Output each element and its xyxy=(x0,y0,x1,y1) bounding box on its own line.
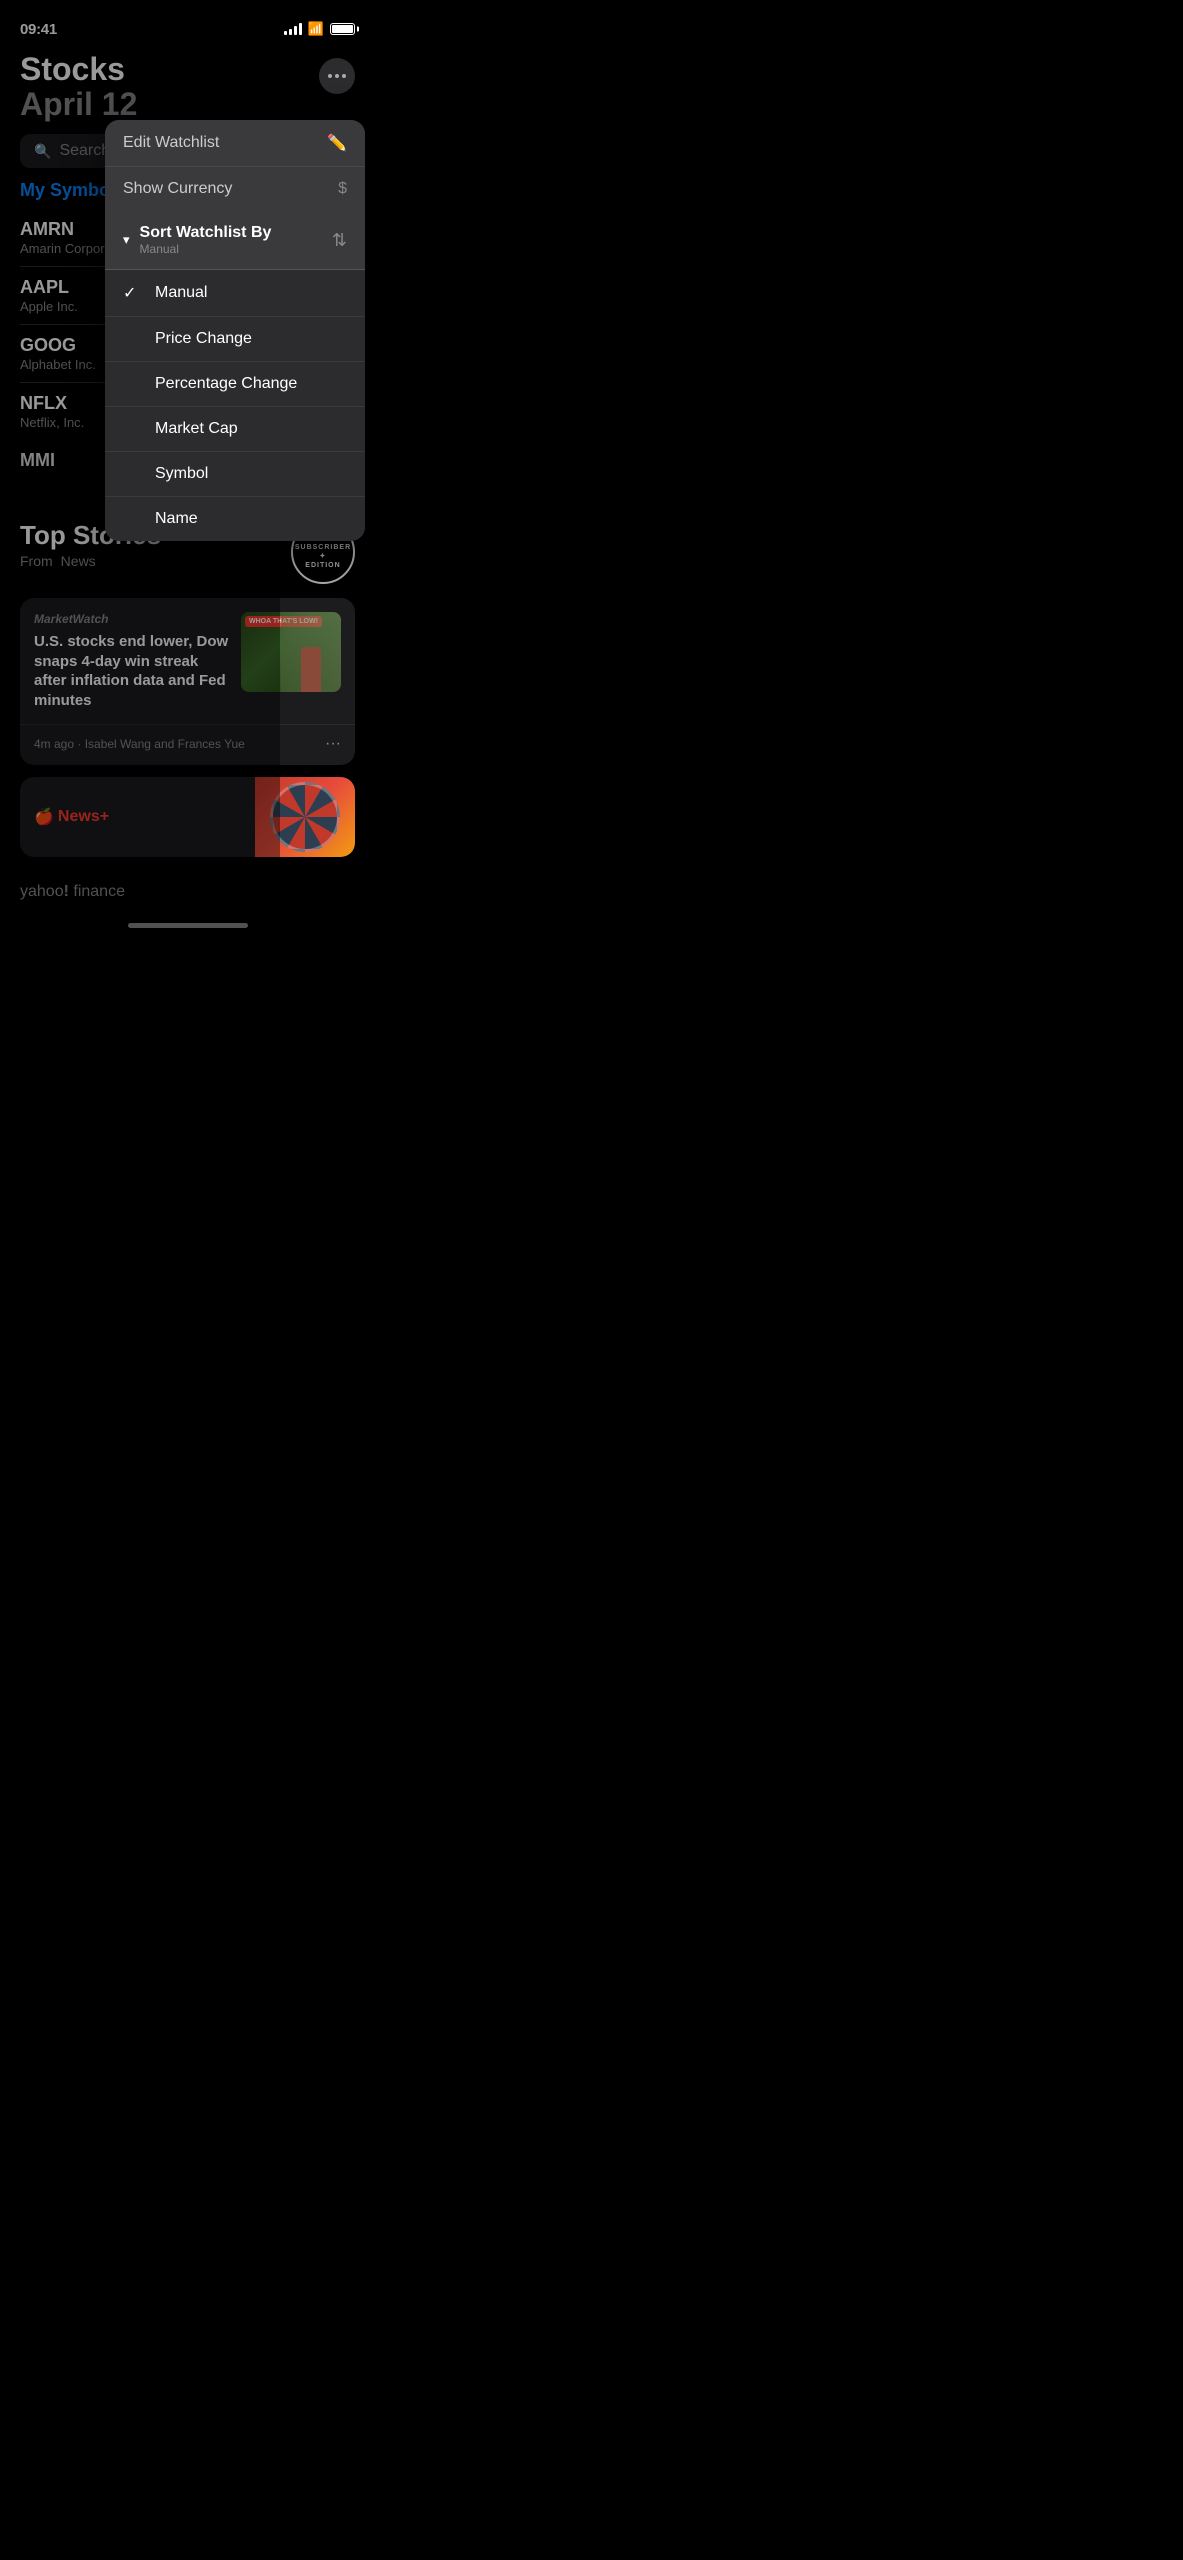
sort-options-list: ✓ Manual Price Change Percentage Change … xyxy=(105,270,365,541)
edit-watchlist-item[interactable]: Edit Watchlist ✏️ xyxy=(105,120,365,167)
header: Stocks April 12 xyxy=(0,44,375,122)
app-date: April 12 xyxy=(20,87,137,122)
news-card-text-1: MarketWatch U.S. stocks end lower, Dow s… xyxy=(34,612,229,710)
sort-watchlist-header[interactable]: ▾ Sort Watchlist By Manual ⇅ xyxy=(105,211,365,270)
edit-icon: ✏️ xyxy=(327,133,347,153)
sort-label-market-cap: Market Cap xyxy=(155,420,238,438)
news-meta-1: 4m ago · Isabel Wang and Frances Yue xyxy=(34,737,245,751)
news-source-label: News xyxy=(61,553,96,569)
signal-icon xyxy=(284,23,302,35)
currency-icon: $ xyxy=(338,180,347,198)
sort-option-market-cap[interactable]: Market Cap xyxy=(105,407,365,452)
status-time: 09:41 xyxy=(20,21,57,38)
home-indicator xyxy=(0,915,375,934)
yahoo-finance-logo: yahoo! finance xyxy=(20,883,355,901)
more-button[interactable] xyxy=(319,58,355,94)
sort-label-price-change: Price Change xyxy=(155,330,252,348)
yahoo-finance-section: yahoo! finance xyxy=(0,869,375,915)
news-headline-1: U.S. stocks end lower, Dow snaps 4-day w… xyxy=(34,632,229,710)
from-label: From xyxy=(20,553,53,569)
edit-watchlist-label: Edit Watchlist xyxy=(123,134,219,152)
news-source-label-1: MarketWatch xyxy=(34,612,229,626)
news-card-1[interactable]: MarketWatch U.S. stocks end lower, Dow s… xyxy=(20,598,355,765)
show-currency-item[interactable]: Show Currency $ xyxy=(105,167,365,211)
top-stories-section: Top Stories From News ✦SUBSCRIBER✦EDITIO… xyxy=(0,500,375,857)
news-plus-thumbnail xyxy=(255,777,355,857)
home-bar xyxy=(128,923,248,928)
show-currency-label: Show Currency xyxy=(123,180,232,198)
news-card-content-1: MarketWatch U.S. stocks end lower, Dow s… xyxy=(20,598,355,724)
news-plus-badge: 🍎 News+ xyxy=(20,807,123,827)
roulette-visual xyxy=(270,782,340,852)
news-thumbnail-1: WHOA THAT'S LOW! xyxy=(241,612,341,692)
sort-option-manual[interactable]: ✓ Manual xyxy=(105,270,365,317)
battery-icon xyxy=(330,23,355,35)
news-card-footer-1: 4m ago · Isabel Wang and Frances Yue ··· xyxy=(20,724,355,765)
news-plus-card[interactable]: 🍎 News+ xyxy=(20,777,355,857)
sort-option-name[interactable]: Name xyxy=(105,497,365,541)
search-icon: 🔍 xyxy=(34,143,51,160)
status-bar: 09:41 📶 xyxy=(0,0,375,44)
sort-subtitle: Manual xyxy=(140,242,272,256)
sort-title: Sort Watchlist By xyxy=(140,224,272,242)
sort-label-manual: Manual xyxy=(155,284,207,302)
app-title: Stocks xyxy=(20,52,137,87)
sort-label-symbol: Symbol xyxy=(155,465,208,483)
sort-order-icon: ⇅ xyxy=(332,230,347,251)
partial-stock-ticker: MMI xyxy=(20,450,55,471)
sort-option-price-change[interactable]: Price Change xyxy=(105,317,365,362)
top-stories-source: From News xyxy=(20,553,161,569)
sort-label-name: Name xyxy=(155,510,198,528)
partial-stock-info: MMI xyxy=(20,450,55,471)
sort-option-pct-change[interactable]: Percentage Change xyxy=(105,362,365,407)
apple-news-plus-icon: 🍎 xyxy=(34,807,54,827)
dropdown-menu: Edit Watchlist ✏️ Show Currency $ ▾ Sort… xyxy=(105,120,365,541)
news-plus-label: News+ xyxy=(58,808,109,826)
wifi-icon: 📶 xyxy=(308,21,324,37)
sort-check-manual: ✓ xyxy=(123,283,141,303)
sort-option-symbol[interactable]: Symbol xyxy=(105,452,365,497)
news-more-button-1[interactable]: ··· xyxy=(325,735,341,753)
search-placeholder: Search xyxy=(59,142,110,160)
status-icons: 📶 xyxy=(284,21,355,37)
sort-label-pct-change: Percentage Change xyxy=(155,375,297,393)
sort-expand-icon: ▾ xyxy=(123,232,130,248)
